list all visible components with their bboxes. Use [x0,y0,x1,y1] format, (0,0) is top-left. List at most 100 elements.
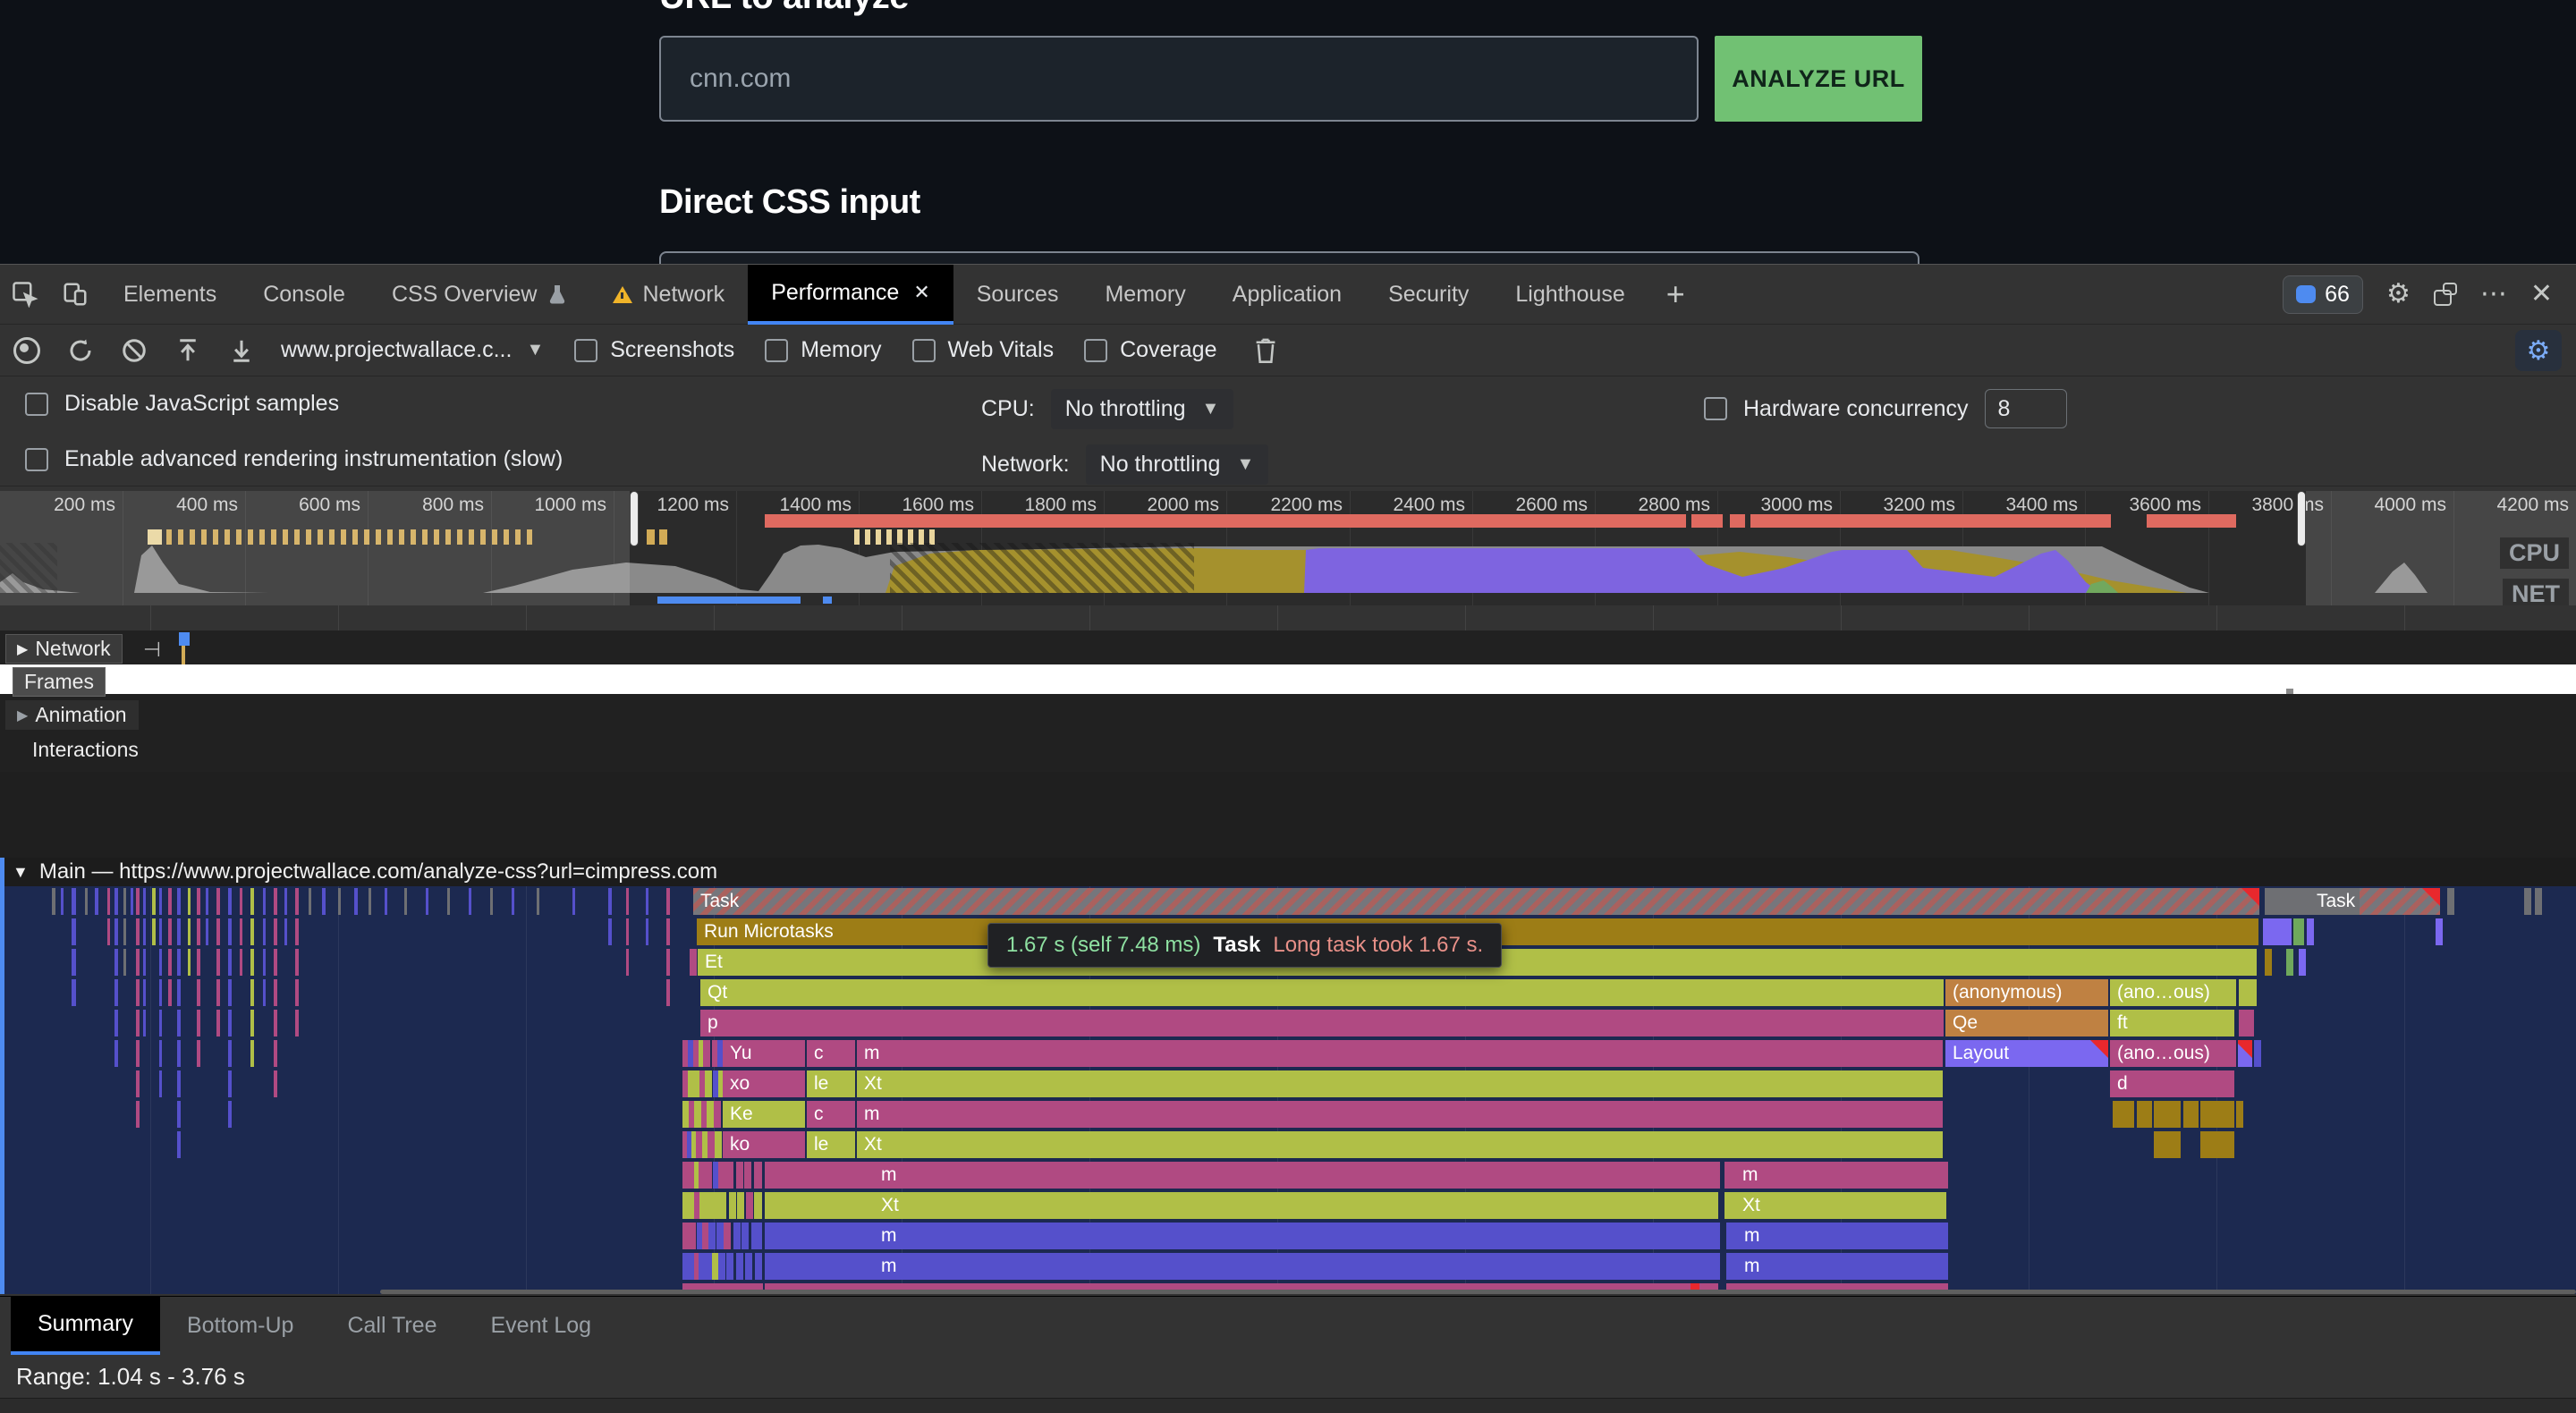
flame-bar[interactable] [2436,918,2443,945]
flame-bar[interactable] [2239,979,2257,1006]
flame-bar-ft[interactable]: ft [2110,1010,2234,1036]
profile-selector[interactable]: www.projectwallace.c... ▼ [281,337,544,363]
flame-bar-yu[interactable]: Yu [723,1040,805,1067]
flame-bar[interactable] [2307,918,2314,945]
flame-bar[interactable] [754,1192,762,1219]
flame-bar[interactable] [2286,949,2293,976]
flame-bar-xt[interactable]: Xt [857,1131,1943,1158]
flame-bar[interactable] [729,1192,736,1219]
flame-bar-m[interactable]: m [857,1101,1943,1128]
tab-elements[interactable]: Elements [100,265,240,325]
url-input[interactable]: cnn.com [659,36,1699,122]
flame-bar[interactable] [707,1101,714,1128]
flame-bar[interactable] [736,1253,743,1280]
flame-bar[interactable] [2200,1131,2234,1158]
flame-bar[interactable] [705,1070,712,1097]
flame-bar[interactable] [716,1223,724,1249]
bottom-tab-bottom-up[interactable]: Bottom-Up [160,1297,320,1355]
analyze-url-button[interactable]: ANALYZE URL [1715,36,1922,122]
checkbox-memory[interactable]: Memory [765,337,881,363]
capture-settings-gear-icon[interactable]: ⚙ [2515,330,2562,371]
flame-bar[interactable] [2200,1101,2234,1128]
flame-bar-m[interactable]: m [857,1040,1943,1067]
save-profile-icon[interactable] [215,327,268,374]
flame-bar-xt[interactable]: Xt [765,1192,1718,1219]
flame-bar[interactable] [705,1162,712,1189]
tab-console[interactable]: Console [240,265,369,325]
flame-bar[interactable] [2236,1101,2243,1128]
flame-bar[interactable] [2137,1101,2152,1128]
flame-bar-xo[interactable]: xo [723,1070,805,1097]
advanced-rendering-checkbox[interactable] [25,448,48,471]
flame-bar[interactable] [737,1192,744,1219]
checkbox-web-vitals[interactable]: Web Vitals [912,337,1055,363]
tab-performance[interactable]: Performance✕ [748,265,953,325]
flame-bar-qt[interactable]: Qt [700,979,1944,1006]
flame-bar-ko[interactable]: ko [723,1131,805,1158]
flame-bar[interactable] [745,1253,752,1280]
settings-gear-icon[interactable]: ⚙ [2386,281,2411,308]
flame-bar-ke[interactable]: Ke [723,1101,805,1128]
flame-bar[interactable] [706,1192,713,1219]
hardware-concurrency-checkbox[interactable] [1704,397,1727,420]
flame-bar-m[interactable]: m [1726,1253,1948,1280]
flame-bar[interactable] [733,1223,741,1249]
flame-bar-m[interactable]: m [1724,1162,1948,1189]
delete-profile-icon[interactable] [1239,327,1292,374]
bottom-tab-summary[interactable]: Summary [11,1297,160,1355]
reload-and-record-icon[interactable] [54,327,107,374]
flame-bar[interactable] [689,1223,696,1249]
flame-bar[interactable] [751,1223,762,1249]
flame-bar-m[interactable]: m [1726,1223,1948,1249]
flame-bar[interactable] [736,1162,743,1189]
tab-lighthouse[interactable]: Lighthouse [1492,265,1648,325]
flame-bar[interactable] [2238,1040,2252,1067]
flame-bar[interactable] [690,949,697,976]
tab-css-overview[interactable]: CSS Overview [369,265,589,325]
dock-side-icon[interactable] [2434,283,2457,306]
flame-bar[interactable] [714,1101,721,1128]
track-network[interactable]: ▶ Network [5,634,123,664]
flame-bar[interactable] [703,1040,710,1067]
flame-bar-p[interactable]: p [700,1010,1944,1036]
flame-bar[interactable] [2299,949,2306,976]
css-textarea[interactable] [659,251,1919,264]
flame-bar[interactable] [2447,888,2454,915]
checkbox-screenshots[interactable]: Screenshots [574,337,734,363]
inspect-element-icon[interactable] [0,271,50,317]
flame-bar[interactable] [718,1253,725,1280]
checkbox-box[interactable] [912,339,936,362]
flame-bar-xt[interactable]: Xt [857,1070,1943,1097]
issues-badge[interactable]: 66 [2283,275,2363,314]
track-animation[interactable]: ▶ Animation [5,700,139,730]
tab-sources[interactable]: Sources [953,265,1082,325]
flame-bar--ano-ous-[interactable]: (ano…ous) [2110,979,2236,1006]
selection-handle-left[interactable] [630,491,639,546]
flame-bar-qe[interactable]: Qe [1945,1010,2108,1036]
more-tabs-button[interactable]: + [1648,275,1703,313]
flame-bar-d[interactable]: d [2110,1070,2234,1097]
flame-bar-task[interactable]: Task [693,888,2259,915]
flame-bar[interactable] [708,1223,716,1249]
flame-bar[interactable] [2113,1101,2134,1128]
bottom-tab-event-log[interactable]: Event Log [464,1297,619,1355]
flame-bar[interactable] [2524,888,2531,915]
flame-bar[interactable] [2263,918,2292,945]
network-request-item[interactable] [179,632,190,646]
track-frames[interactable]: Frames [13,667,106,697]
flame-bar[interactable] [2254,1040,2261,1067]
checkbox-coverage[interactable]: Coverage [1084,337,1216,363]
flame-bar-m[interactable]: m [765,1162,1720,1189]
flame-bar--ano-ous-[interactable]: (ano…ous) [2110,1040,2236,1067]
load-profile-icon[interactable] [161,327,215,374]
flame-bar[interactable] [2183,1101,2199,1128]
tab-application[interactable]: Application [1209,265,1365,325]
flame-bar[interactable] [754,1162,762,1189]
flame-bar[interactable] [694,1101,701,1128]
record-icon[interactable] [0,327,54,374]
checkbox-box[interactable] [574,339,597,362]
flame-bar[interactable] [724,1223,731,1249]
flame-bar[interactable] [719,1192,726,1219]
flame-bar-task[interactable]: Task [2265,888,2440,915]
flame-bar[interactable] [715,1131,722,1158]
